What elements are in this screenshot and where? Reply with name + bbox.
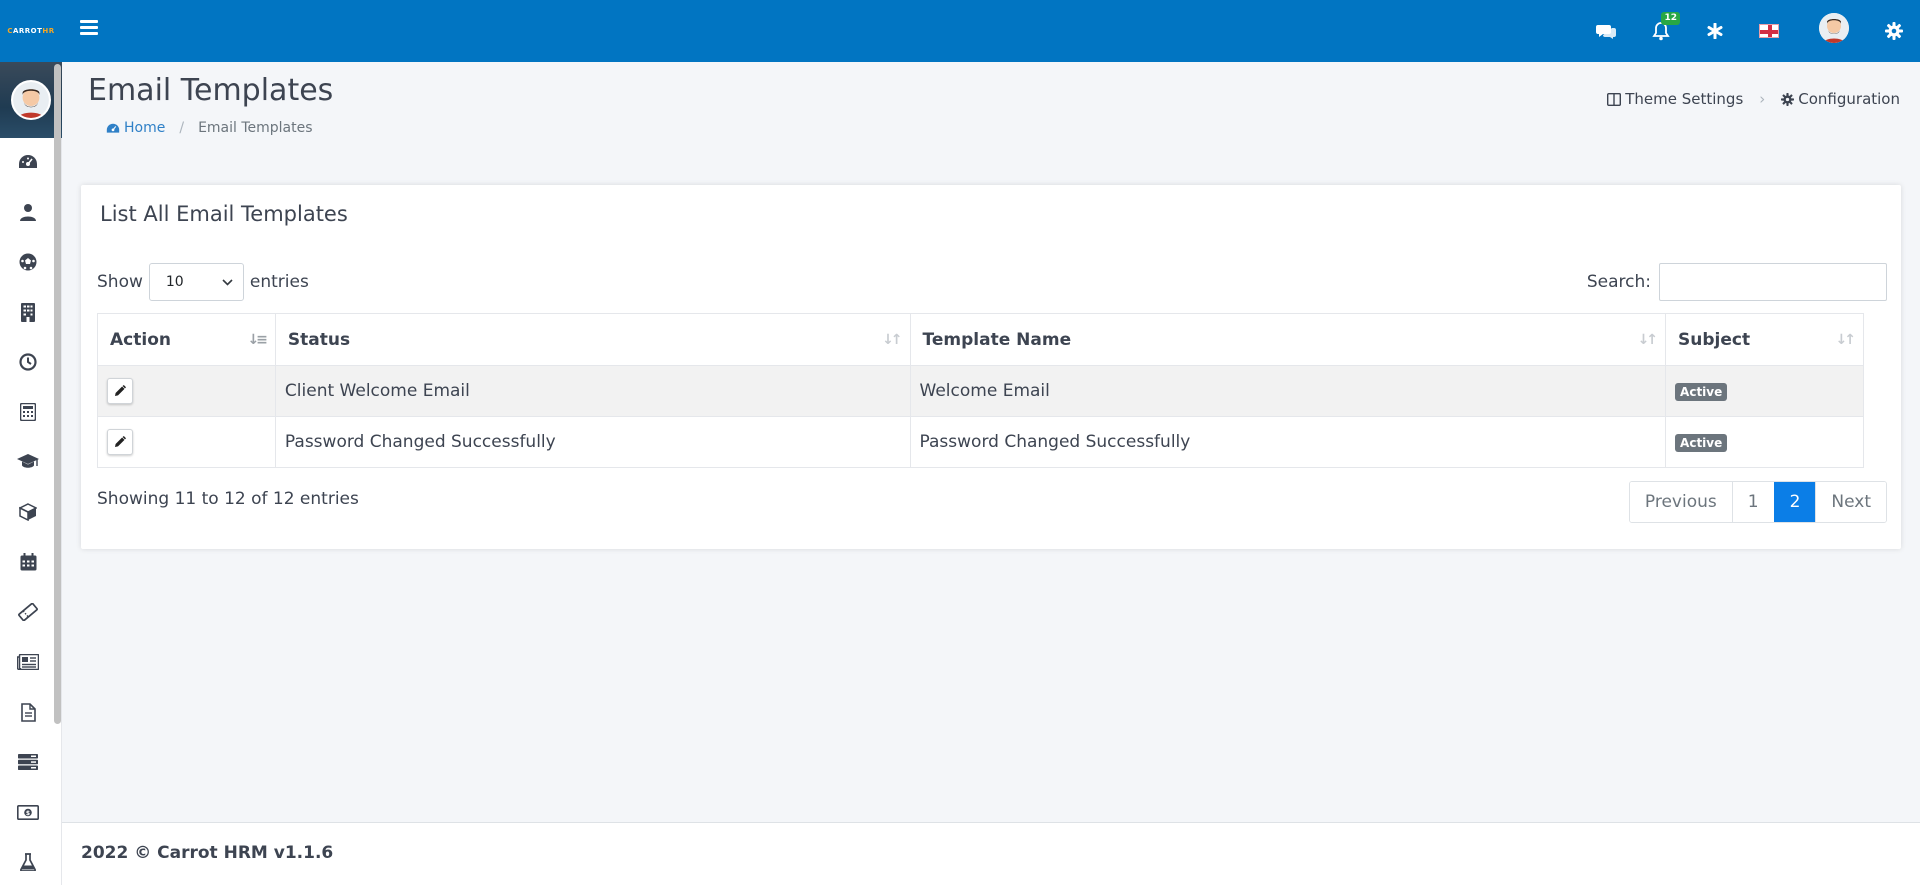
clock-icon[interactable] — [16, 350, 40, 374]
page-title: Email Templates — [88, 73, 334, 108]
svg-text:$: $ — [26, 810, 30, 817]
footer: 2022 © Carrot HRM v1.1.6 — [62, 822, 1920, 885]
subject-cell: Active — [1665, 416, 1864, 468]
brand-suffix: HR — [42, 27, 55, 35]
sort-asc-icon: ↓≡ — [247, 332, 268, 348]
column-label: Template Name — [922, 329, 1072, 350]
gear-icon[interactable] — [1881, 18, 1907, 44]
avatar[interactable] — [1819, 13, 1849, 43]
email-templates-table: Action ↓≡ Status ↓↑ Template Name ↓↑ Subjec… — [97, 313, 1864, 468]
column-header-template-name[interactable]: Template Name ↓↑ — [909, 313, 1667, 366]
gear-icon — [1781, 92, 1795, 106]
sidebar-user-panel[interactable] — [0, 62, 62, 138]
status-badge: Active — [1675, 434, 1728, 452]
breadcrumb-separator: / — [179, 120, 185, 136]
action-cell — [97, 416, 276, 468]
pencil-icon — [115, 385, 126, 396]
dashboard-icon — [106, 123, 120, 133]
chat-icon[interactable] — [1593, 18, 1619, 44]
column-label: Subject — [1678, 329, 1751, 350]
money-icon[interactable]: $ — [16, 800, 40, 824]
document-icon[interactable] — [16, 700, 40, 724]
page-size-select[interactable]: 10 — [148, 263, 244, 301]
entries-label: entries — [249, 272, 309, 292]
theme-settings-label: Theme Settings — [1625, 90, 1744, 108]
dashboard-icon[interactable] — [16, 150, 40, 174]
status-badge: Active — [1675, 383, 1728, 401]
server-icon[interactable] — [16, 750, 40, 774]
edit-button[interactable] — [107, 378, 133, 404]
pagination: Previous 1 2 Next — [1628, 481, 1887, 523]
chevron-right-icon: › — [1759, 90, 1766, 108]
brand-main: ARROT — [12, 27, 43, 35]
theme-settings-link[interactable]: Theme Settings — [1607, 90, 1743, 108]
soccer-ball-icon[interactable] — [16, 250, 40, 274]
search-input[interactable] — [1659, 263, 1887, 301]
table-row: Password Changed Successfully Password C… — [97, 416, 1864, 468]
bell-icon[interactable]: 12 — [1648, 12, 1680, 44]
sidebar-avatar — [11, 80, 51, 120]
edit-button[interactable] — [107, 429, 133, 455]
page-size-value: 10 — [165, 274, 184, 290]
table-row: Client Welcome Email Welcome Email Activ… — [97, 365, 1864, 417]
menu-icon[interactable] — [80, 20, 98, 36]
user-icon[interactable] — [16, 200, 40, 224]
search-label: Search: — [1586, 272, 1651, 292]
next-button[interactable]: Next — [1815, 482, 1886, 522]
page-1-button[interactable]: 1 — [1731, 482, 1774, 522]
sort-icon: ↓↑ — [1835, 332, 1857, 348]
notification-badge: 12 — [1661, 12, 1680, 25]
sidebar-scrollbar[interactable] — [54, 64, 61, 724]
sidebar: $ — [0, 62, 62, 885]
page-2-button[interactable]: 2 — [1773, 482, 1816, 522]
pencil-icon — [115, 436, 126, 447]
table-info: Showing 11 to 12 of 12 entries — [97, 489, 359, 509]
configuration-label: Configuration — [1798, 90, 1900, 108]
sort-icon: ↓↑ — [1637, 332, 1659, 348]
show-label: Show — [97, 272, 143, 292]
flag-icon[interactable] — [1756, 18, 1782, 44]
table-header-row: Action ↓≡ Status ↓↑ Template Name ↓↑ Subjec… — [97, 313, 1864, 366]
brand-logo[interactable]: CARROTHR — [0, 0, 62, 62]
configuration-link[interactable]: Configuration — [1781, 90, 1900, 108]
column-header-subject[interactable]: Subject ↓↑ — [1665, 313, 1864, 366]
previous-button[interactable]: Previous — [1629, 482, 1732, 522]
ticket-icon[interactable] — [16, 600, 40, 624]
building-icon[interactable] — [16, 300, 40, 324]
header-links: Theme Settings › Configuration — [1607, 90, 1900, 108]
email-templates-card: List All Email Templates Show 10 entries… — [81, 185, 1901, 549]
breadcrumb: Home / Email Templates — [106, 120, 313, 136]
calculator-icon[interactable] — [16, 400, 40, 424]
breadcrumb-home[interactable]: Home — [106, 120, 165, 136]
chevron-down-icon — [222, 278, 233, 286]
search-control: Search: — [1587, 263, 1887, 301]
box-icon[interactable] — [16, 500, 40, 524]
footer-copyright: 2022 © Carrot HRM v1.1.6 — [81, 843, 334, 863]
column-label: Action — [110, 329, 171, 350]
status-cell: Password Changed Successfully — [274, 416, 911, 468]
template-name-cell: Welcome Email — [909, 365, 1667, 417]
column-header-status[interactable]: Status ↓↑ — [274, 313, 911, 366]
subject-cell: Active — [1665, 365, 1864, 417]
template-name-cell: Password Changed Successfully — [909, 416, 1667, 468]
status-cell: Client Welcome Email — [274, 365, 911, 417]
graduation-cap-icon[interactable] — [16, 450, 40, 474]
columns-icon — [1607, 92, 1622, 106]
column-label: Status — [287, 329, 351, 350]
top-navbar: CARROTHR 12 — [0, 0, 1920, 62]
main-content: Email Templates Home / Email Templates T… — [62, 62, 1920, 885]
newspaper-icon[interactable] — [16, 650, 40, 674]
entries-length-control: Show 10 entries — [97, 263, 309, 301]
asterisk-icon[interactable] — [1702, 18, 1728, 44]
column-header-action[interactable]: Action ↓≡ — [97, 313, 276, 366]
breadcrumb-home-label: Home — [124, 120, 166, 136]
card-title: List All Email Templates — [100, 202, 348, 226]
calendar-icon[interactable] — [16, 550, 40, 574]
action-cell — [97, 365, 276, 417]
breadcrumb-current: Email Templates — [198, 120, 313, 136]
flask-icon[interactable] — [16, 850, 40, 874]
sort-icon: ↓↑ — [882, 332, 903, 348]
